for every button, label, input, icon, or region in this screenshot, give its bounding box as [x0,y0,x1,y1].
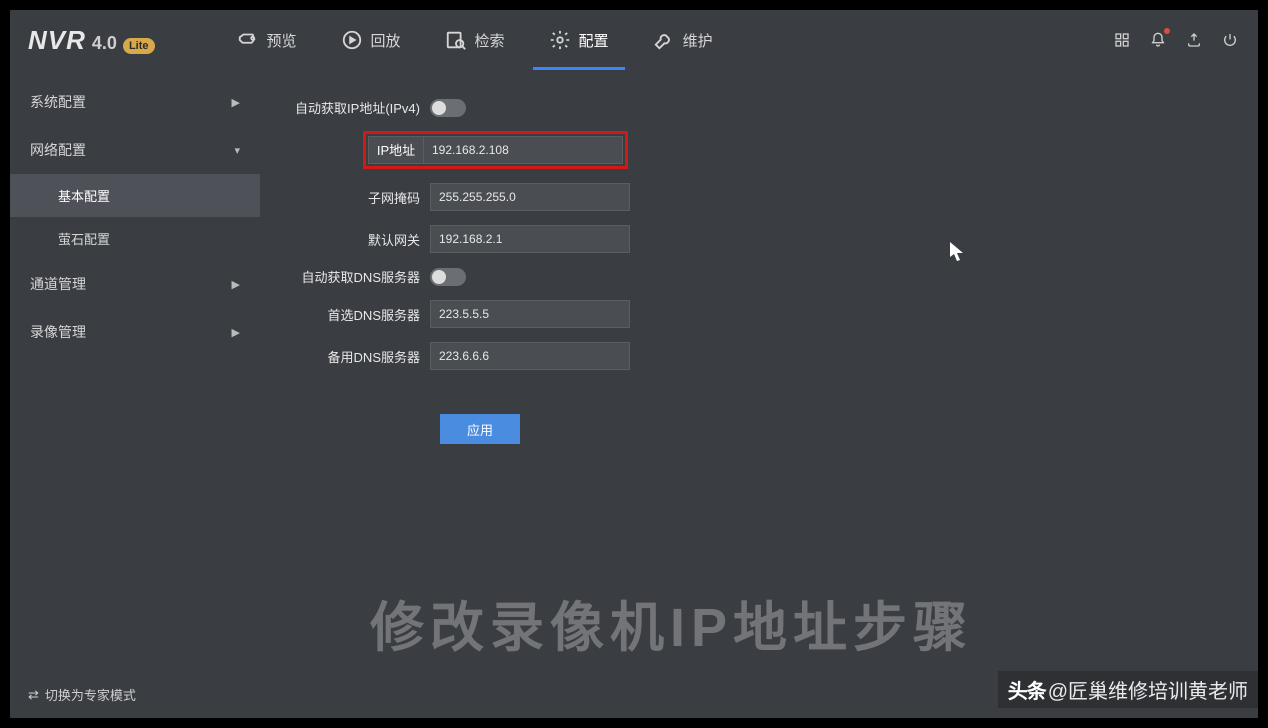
wrench-icon [653,29,675,51]
ip-address-highlight: IP地址 [363,131,628,169]
input-dns1[interactable] [430,300,630,328]
footer-label: 切换为专家模式 [45,685,136,704]
top-bar: NVR 4.0 Lite 预览 回放 检索 配置 维护 [10,10,1258,70]
grid-icon[interactable] [1112,30,1132,50]
sidebar-item-label: 萤石配置 [58,232,110,247]
attribution-logo: 头条 [1008,675,1046,704]
gear-icon [549,29,571,51]
apply-button[interactable]: 应用 [440,414,520,444]
label-auto-dns: 自动获取DNS服务器 [290,267,430,286]
nav-tabs: 预览 回放 检索 配置 维护 [215,10,735,70]
input-mask[interactable] [430,183,630,211]
tab-label: 检索 [475,30,505,51]
swap-icon: ⇄ [28,687,39,703]
sidebar-item-network[interactable]: 网络配置 ▾ [10,126,260,174]
sidebar-item-system[interactable]: 系统配置 ▶ [10,78,260,126]
input-ip[interactable] [423,136,623,164]
sidebar-item-label: 系统配置 [30,92,86,112]
toggle-auto-dns[interactable] [430,268,466,286]
sidebar-item-label: 基本配置 [58,189,110,204]
label-dns1: 首选DNS服务器 [290,305,430,324]
tab-label: 预览 [267,30,297,51]
logo-text: NVR [28,25,86,56]
chevron-right-icon: ▶ [232,278,240,291]
attribution: 头条 @匠巢维修培训黄老师 [998,671,1258,708]
label-ip: IP地址 [368,136,423,164]
tab-playback[interactable]: 回放 [319,10,423,70]
export-icon[interactable] [1184,30,1204,50]
logo-badge: Lite [123,38,155,54]
playback-icon [341,29,363,51]
label-gateway: 默认网关 [290,230,430,249]
logo-version: 4.0 [92,33,117,54]
search-icon [445,29,467,51]
tab-search[interactable]: 检索 [423,10,527,70]
tab-preview[interactable]: 预览 [215,10,319,70]
sidebar-item-label: 通道管理 [30,274,86,294]
tab-label: 配置 [579,30,609,51]
sidebar-sub-cloud[interactable]: 萤石配置 [10,217,260,260]
sidebar-sub-basic[interactable]: 基本配置 [10,174,260,217]
chevron-right-icon: ▶ [232,96,240,109]
sidebar: 系统配置 ▶ 网络配置 ▾ 基本配置 萤石配置 通道管理 ▶ 录像管理 ▶ [10,70,260,718]
tab-label: 维护 [683,30,713,51]
main-panel: 自动获取IP地址(IPv4) IP地址 子网掩码 默认网关 自动获取DNS服务器 [260,70,1258,718]
input-gateway[interactable] [430,225,630,253]
sidebar-item-label: 录像管理 [30,322,86,342]
bell-icon[interactable] [1148,30,1168,50]
attribution-handle: @匠巢维修培训黄老师 [1048,675,1248,704]
tab-config[interactable]: 配置 [527,10,631,70]
tab-maintain[interactable]: 维护 [631,10,735,70]
sidebar-item-label: 网络配置 [30,140,86,160]
logo: NVR 4.0 Lite [28,25,155,56]
notification-dot [1164,28,1170,34]
tab-label: 回放 [371,30,401,51]
label-mask: 子网掩码 [290,188,430,207]
mouse-cursor [950,242,964,262]
label-auto-ipv4: 自动获取IP地址(IPv4) [290,98,430,117]
sidebar-item-record[interactable]: 录像管理 ▶ [10,308,260,356]
chevron-right-icon: ▶ [232,326,240,339]
toggle-auto-ipv4[interactable] [430,99,466,117]
sidebar-item-channel[interactable]: 通道管理 ▶ [10,260,260,308]
input-dns2[interactable] [430,342,630,370]
camera-icon [237,29,259,51]
label-dns2: 备用DNS服务器 [290,347,430,366]
top-right-icons [1112,30,1240,50]
switch-mode[interactable]: ⇄ 切换为专家模式 [28,685,136,704]
chevron-down-icon: ▾ [234,144,240,157]
power-icon[interactable] [1220,30,1240,50]
